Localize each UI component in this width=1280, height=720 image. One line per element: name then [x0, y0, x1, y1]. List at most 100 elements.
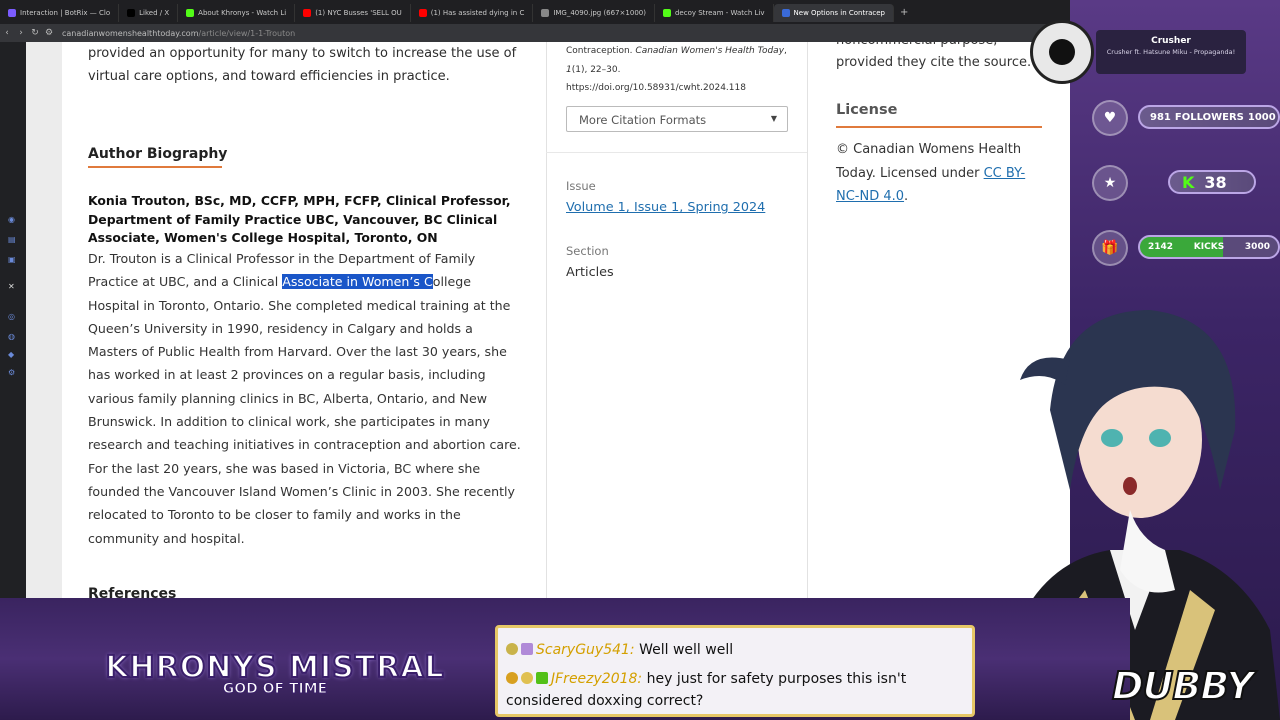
chat-message: JFreezy2018: hey just for safety purpose… [506, 668, 966, 712]
chat-message: ScaryGuy541: Well well well [506, 642, 733, 658]
browser-tab[interactable]: IMG_4090.jpg (667×1000) [533, 4, 655, 22]
tab-label: IMG_4090.jpg (667×1000) [553, 9, 646, 17]
tab-favicon-icon [127, 9, 136, 17]
article-main-column: provided an opportunity for many to swit… [88, 42, 524, 598]
sidebar-app-icon[interactable]: ◎ [8, 312, 18, 322]
kicks-label: KICKS [1193, 242, 1225, 252]
tab-label: decoy Stream - Watch Liv [674, 9, 765, 17]
tab-label: (1) NYC Busses 'SELL OU [315, 9, 402, 17]
sidebar-app-icon[interactable]: ▤ [8, 235, 18, 245]
tab-label: Liked / X [139, 9, 170, 17]
section-label: Section [566, 244, 609, 258]
now-playing-song: Crusher ft. Hatsune Miku - Propaganda! [1106, 48, 1236, 56]
kicks-goal-bar: 2142 KICKS 3000 [1138, 235, 1280, 259]
sidebar-app-icon[interactable]: ◉ [8, 215, 18, 225]
new-tab-icon[interactable]: + [900, 7, 908, 18]
now-playing-title: Crusher [1151, 36, 1191, 46]
author-name: Konia Trouton, BSc, MD, CCFP, MPH, FCFP,… [88, 193, 511, 245]
issue-label: Issue [566, 179, 596, 193]
now-playing-widget: Crusher Crusher ft. Hatsune Miku - Propa… [1030, 20, 1280, 84]
selected-text: Associate in Women’s C [282, 274, 433, 290]
tab-favicon-icon [781, 9, 790, 17]
browser-tab[interactable]: New Options in Contracep [773, 4, 894, 22]
article-sheet: provided an opportunity for many to swit… [62, 42, 1070, 598]
reload-icon[interactable]: ↻ [28, 28, 42, 38]
issue-link[interactable]: Volume 1, Issue 1, Spring 2024 [566, 200, 765, 215]
gift-badge-icon [521, 643, 533, 655]
tab-favicon-icon [541, 9, 550, 17]
citation-part: , [784, 46, 787, 56]
tab-label: Interaction | BotRix — Clo [20, 9, 111, 17]
extension-sidebar: ◉ ▤ ▣ ✕ ◎ ◍ ◆ ⚙ [0, 42, 26, 600]
followers-goal-bar: 981 FOLLOWERS 1000 [1138, 105, 1280, 129]
followers-label: FOLLOWERS [1174, 111, 1244, 123]
sidebar-app-icon[interactable]: ◍ [8, 332, 18, 342]
column-divider [546, 42, 547, 598]
tab-label: (1) Has assisted dying in C [430, 9, 525, 17]
license-column: noncommercial purpose, provided they cit… [836, 42, 1050, 204]
author-biography-heading: Author Biography [88, 146, 228, 162]
url-path: /article/view/1-1-Trouton [198, 28, 296, 38]
citation-doi[interactable]: https://doi.org/10.58931/cwht.2024.118 [566, 83, 746, 93]
chat-badge-icon [506, 643, 518, 655]
section-value: Articles [566, 265, 614, 280]
license-heading: License [836, 102, 898, 118]
references-heading: References [88, 586, 177, 598]
web-page: provided an opportunity for many to swit… [26, 42, 1070, 598]
sidebar-app-icon[interactable]: ▣ [8, 255, 18, 265]
streamer-name: KHRONYS MISTRAL [104, 649, 445, 686]
browser-tab[interactable]: (1) Has assisted dying in C [411, 4, 534, 22]
dropdown-label: More Citation Formats [579, 113, 707, 127]
url-host: canadianwomenshealthtoday.com [62, 28, 199, 38]
url-field[interactable]: canadianwomenshealthtoday.com/article/vi… [62, 29, 295, 38]
kick-count: 38 [1204, 172, 1227, 192]
settings-icon[interactable]: ⚙ [8, 368, 18, 378]
now-playing-card: Crusher Crusher ft. Hatsune Miku - Propa… [1096, 30, 1246, 74]
tab-favicon-icon [418, 9, 427, 17]
sidebar-app-icon[interactable]: ◆ [8, 350, 18, 360]
x-icon[interactable]: ✕ [8, 282, 18, 292]
sub-badge-icon [536, 672, 548, 684]
section-separator [546, 152, 808, 153]
gift-icon: 🎁 [1092, 230, 1128, 266]
chat-text: Well well well [639, 642, 734, 658]
tab-label: New Options in Contracep [793, 9, 885, 17]
channel-logo [1030, 20, 1094, 84]
license-preamble-line: noncommercial purpose, [836, 42, 1050, 52]
license-end: . [904, 189, 909, 205]
bio-text-rest: ollege Hospital in Toronto, Ontario. She… [88, 274, 521, 546]
license-preamble-line: provided they cite the source. [836, 55, 1032, 70]
tab-label: About Khronys - Watch Li [198, 9, 287, 17]
tab-favicon-icon [186, 9, 195, 17]
site-info-icon[interactable]: ⚙ [42, 28, 56, 38]
more-citation-formats-dropdown[interactable]: More Citation Formats ▼ [566, 106, 788, 132]
tab-favicon-icon [662, 9, 671, 17]
caret-down-icon: ▼ [770, 114, 777, 123]
browser-window: Interaction | BotRix — Clo Liked / X About… [0, 0, 1130, 600]
streamer-title-logo: KHRONYS MISTRAL GOD OF TIME [100, 649, 450, 698]
license-preamble: noncommercial purpose, provided they cit… [836, 42, 1050, 74]
browser-tab[interactable]: Interaction | BotRix — Clo [0, 4, 120, 22]
citation-text: Contraception. Canadian Women's Health T… [566, 42, 792, 98]
chat-username: ScaryGuy541: [536, 642, 635, 658]
watermark-text: DUBBY [1111, 663, 1255, 709]
tab-favicon-icon [8, 9, 16, 17]
chat-badge-icon [506, 672, 518, 684]
citation-part: Contraception. [566, 46, 636, 56]
browser-tab[interactable]: (1) NYC Busses 'SELL OU [295, 4, 411, 22]
browser-tab[interactable]: About Khronys - Watch Li [178, 4, 296, 22]
column-divider [807, 42, 808, 598]
back-icon[interactable]: ‹ [0, 28, 14, 38]
kick-logo-icon: K [1182, 172, 1195, 192]
browser-tab[interactable]: decoy Stream - Watch Liv [655, 4, 774, 22]
article-intro-text: provided an opportunity for many to swit… [88, 46, 517, 84]
address-bar: ‹ › ↻ ⚙ canadianwomenshealthtoday.com/ar… [0, 24, 1130, 42]
forward-icon[interactable]: › [14, 28, 28, 38]
citation-journal: Canadian Women's Health Today [635, 46, 785, 56]
heart-icon: ♥ [1092, 100, 1128, 136]
heading-underline [88, 166, 222, 168]
article-details-column: Contraception. Canadian Women's Health T… [546, 42, 808, 280]
star-icon: ★ [1092, 165, 1128, 201]
kicks-goal: 3000 [1244, 242, 1270, 252]
browser-tab[interactable]: Liked / X [119, 4, 179, 22]
